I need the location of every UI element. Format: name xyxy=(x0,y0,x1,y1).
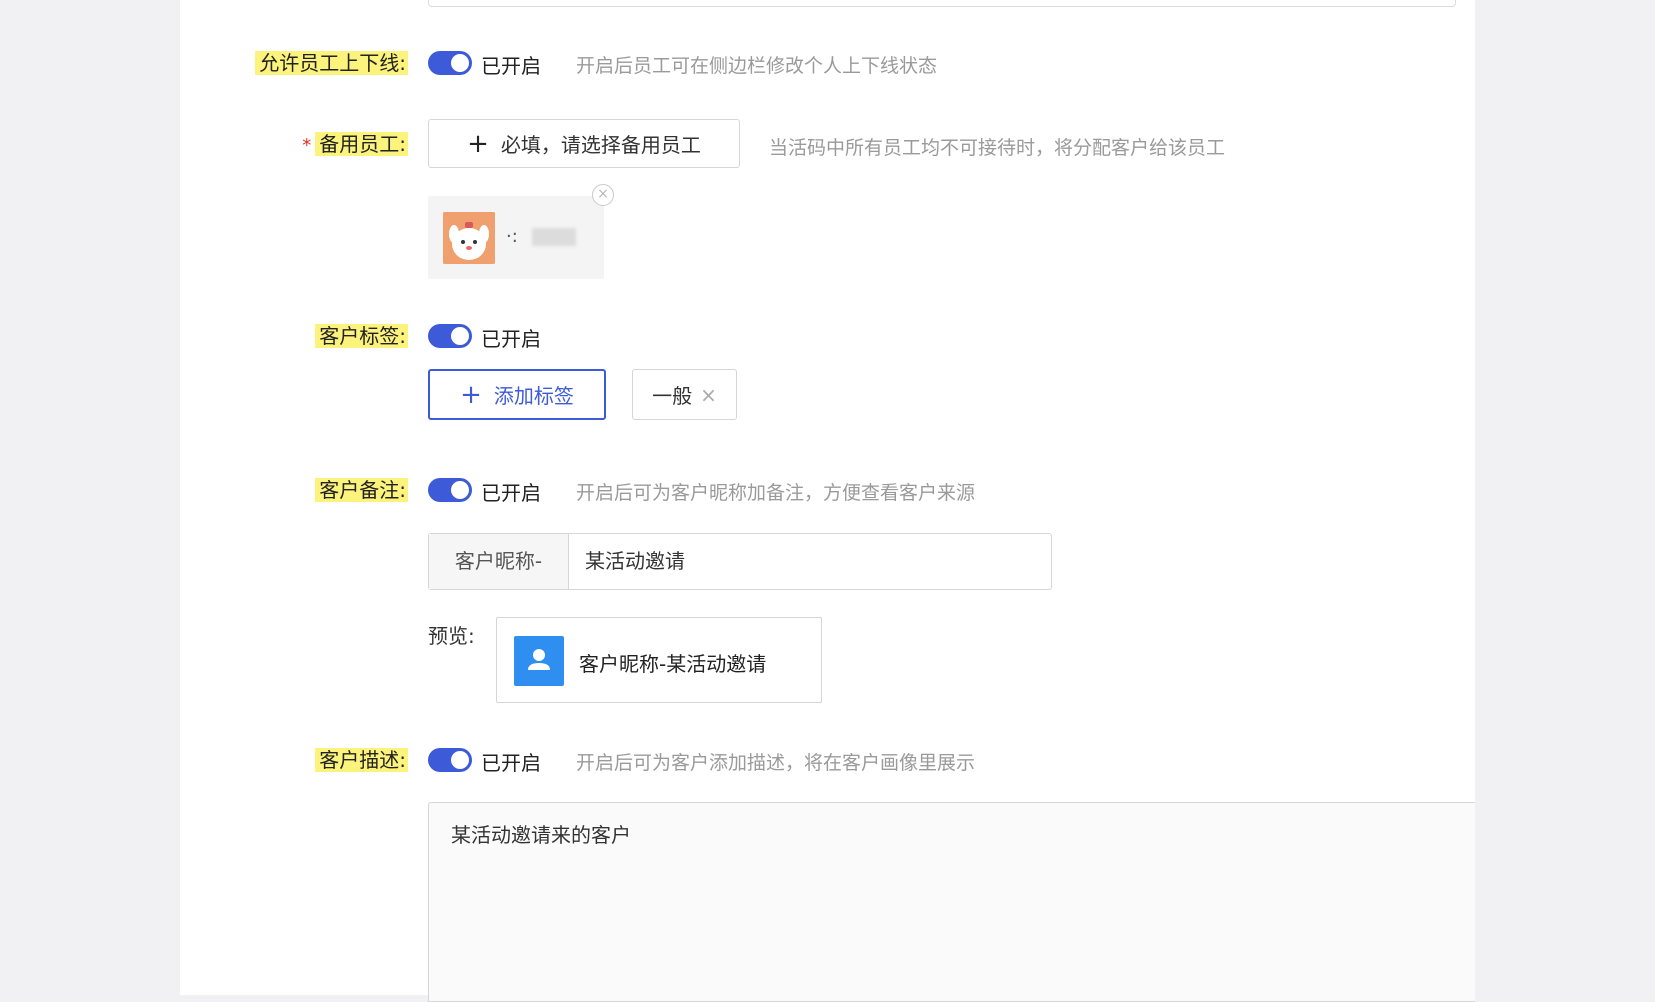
selected-staff-card: ·: xyxy=(428,196,604,279)
close-icon[interactable]: × xyxy=(700,383,717,407)
customer-desc-state: 已开启 xyxy=(481,751,541,775)
customer-tags-state: 已开启 xyxy=(481,327,541,351)
customer-remark-hint: 开启后可为客户昵称加备注，方便查看客户来源 xyxy=(576,482,976,504)
remark-input[interactable]: 某活动邀请 xyxy=(585,534,685,589)
staff-avatar xyxy=(443,212,495,264)
previous-field-input[interactable] xyxy=(428,0,1456,7)
customer-desc-value: 某活动邀请来的客户 xyxy=(451,823,631,847)
select-backup-staff-label: 必填，请选择备用员工 xyxy=(500,133,701,157)
add-tag-button[interactable]: + 添加标签 xyxy=(428,369,606,420)
customer-desc-hint: 开启后可为客户添加描述，将在客户画像里展示 xyxy=(576,752,976,774)
backup-staff-hint: 当活码中所有员工均不可接待时，将分配客户给该员工 xyxy=(769,137,1226,159)
remark-input-group: 客户昵称- 某活动邀请 xyxy=(428,533,1052,590)
backup-staff-label: * 备用员工: xyxy=(302,126,408,162)
customer-desc-label: 客户描述: xyxy=(315,742,408,778)
blurred-staff-name xyxy=(532,228,576,246)
contact-person-icon xyxy=(514,636,564,686)
tag-label: 一般 xyxy=(652,384,693,408)
customer-remark-label-text: 客户备注: xyxy=(315,478,408,502)
required-mark: * xyxy=(302,135,312,156)
allow-online-state: 已开启 xyxy=(481,54,541,78)
allow-online-label-text: 允许员工上下线: xyxy=(255,51,408,75)
customer-tags-toggle[interactable] xyxy=(428,324,472,348)
customer-remark-toggle[interactable] xyxy=(428,478,472,502)
backup-staff-label-text: 备用员工: xyxy=(315,132,408,156)
remark-prefix: 客户昵称- xyxy=(429,534,569,589)
add-tag-label: 添加标签 xyxy=(493,384,574,408)
customer-remark-state: 已开启 xyxy=(481,481,541,505)
customer-remark-label: 客户备注: xyxy=(315,472,408,508)
customer-tags-label: 客户标签: xyxy=(315,318,408,354)
plus-icon: + xyxy=(460,379,482,410)
allow-online-toggle[interactable] xyxy=(428,51,472,75)
plus-icon: + xyxy=(467,128,489,159)
customer-desc-toggle[interactable] xyxy=(428,748,472,772)
allow-online-label: 允许员工上下线: xyxy=(255,45,408,81)
customer-desc-textarea[interactable]: 某活动邀请来的客户 xyxy=(428,802,1475,1002)
allow-online-hint: 开启后员工可在侧边栏修改个人上下线状态 xyxy=(576,55,938,77)
staff-name: ·: xyxy=(506,226,518,247)
preview-card: 客户昵称-某活动邀请 xyxy=(496,617,822,703)
remove-staff-icon[interactable]: × xyxy=(592,184,614,206)
tag-chip: 一般 × xyxy=(632,369,737,420)
preview-label: 预览: xyxy=(428,624,475,648)
select-backup-staff-button[interactable]: + 必填，请选择备用员工 xyxy=(428,119,740,168)
preview-text: 客户昵称-某活动邀请 xyxy=(579,652,767,676)
customer-desc-label-text: 客户描述: xyxy=(315,748,408,772)
customer-tags-label-text: 客户标签: xyxy=(315,324,408,348)
